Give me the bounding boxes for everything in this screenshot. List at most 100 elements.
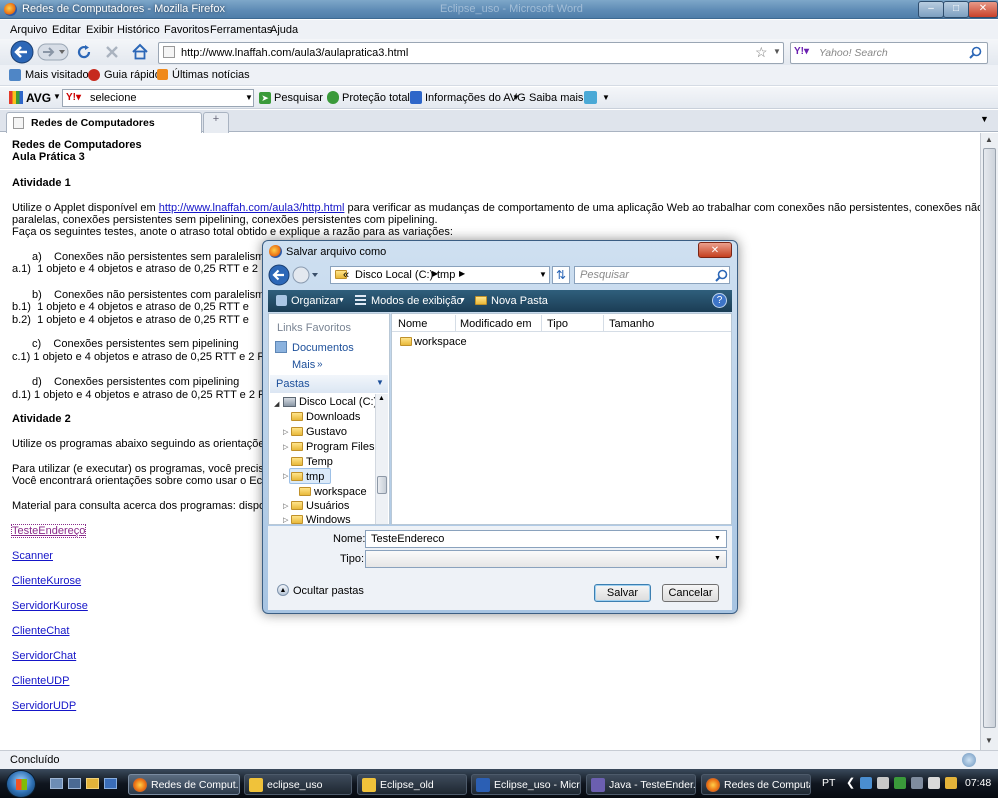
link-servidor-kurose[interactable]: ServidorKurose [12,600,88,612]
avg-pesquisar-button[interactable]: Pesquisar [274,92,323,104]
filename-value[interactable]: TesteEndereco [371,533,444,545]
taskbar-firefox[interactable]: Redes de Comput... [128,774,240,795]
start-button[interactable] [6,770,36,798]
column-nome[interactable]: Nome [398,318,427,330]
address-dropdown-icon[interactable]: ▼ [539,270,547,279]
close-button[interactable]: ✕ [968,1,998,18]
tree-downloads[interactable]: Downloads [306,411,360,423]
tray-icon-1[interactable] [860,777,872,789]
link-cliente-kurose[interactable]: ClienteKurose [12,575,81,587]
scroll-thumb[interactable] [983,148,996,728]
link-scanner[interactable]: Scanner [12,550,53,562]
avg-informacoes-button[interactable]: Informações do AVG [425,92,526,104]
filename-input[interactable]: TesteEndereco ▼ [365,530,727,548]
tray-expand-icon[interactable]: ❮ [846,776,855,789]
filename-dropdown-icon[interactable]: ▼ [714,535,721,542]
show-desktop-icon[interactable] [50,778,63,789]
tree-tmp[interactable]: tmp [306,471,324,483]
dialog-refresh-icon[interactable]: ⇅ [552,266,570,284]
tree-usuarios[interactable]: Usuários [306,500,349,512]
avg-saiba-mais-button[interactable]: Saiba mais [529,92,583,104]
breadcrumb-sep-icon[interactable]: ▶ [459,269,465,278]
views-dropdown-icon[interactable]: ▼ [459,297,466,304]
dialog-forward-icon[interactable] [292,266,320,284]
tree-windows[interactable]: Windows [306,514,351,526]
bookmark-mais-visitados[interactable]: Mais visitados [25,69,94,81]
menu-favoritos[interactable]: Favoritos [164,24,209,36]
taskbar-word[interactable]: Eclipse_uso - Micr... [471,774,581,795]
menu-editar[interactable]: Editar [52,24,81,36]
forward-arrow-icon[interactable] [37,43,69,61]
taskbar-eclipse-uso[interactable]: eclipse_uso [244,774,352,795]
tree-collapsed-icon[interactable]: ▷ [283,472,288,480]
type-dropdown-icon[interactable]: ▼ [714,555,721,562]
views-button[interactable]: Modos de exibição [371,295,463,307]
tree-scroll-up-icon[interactable]: ▲ [378,395,385,402]
help-icon[interactable]: ? [712,293,727,308]
tree-collapsed-icon[interactable]: ▷ [283,443,288,451]
avg-select-chevron-icon[interactable]: ▼ [245,93,253,102]
column-tipo[interactable]: Tipo [547,318,568,330]
maximize-button[interactable]: □ [943,1,969,18]
menu-exibir[interactable]: Exibir [86,24,114,36]
file-workspace[interactable]: workspace [414,336,467,348]
link-servidor-udp[interactable]: ServidorUDP [12,700,76,712]
status-avg-icon[interactable] [962,753,976,767]
avg-protecao-button[interactable]: Proteção total [342,92,410,104]
tree-program-files[interactable]: Program Files [306,441,374,453]
cancel-button[interactable]: Cancelar [662,584,719,602]
reload-icon[interactable] [76,44,92,60]
stop-icon[interactable] [104,44,120,60]
breadcrumb-disco-local[interactable]: Disco Local (C:) [355,269,433,281]
search-placeholder[interactable]: Yahoo! Search [819,47,888,59]
bookmark-ultimas-noticias[interactable]: Últimas notícias [172,69,250,81]
url-text[interactable]: http://www.lnaffah.com/aula3/aulapratica… [181,47,408,59]
tree-gustavo[interactable]: Gustavo [306,426,347,438]
link-teste-endereco[interactable]: TesteEndereço [10,524,87,538]
type-select[interactable]: ▼ [365,550,727,568]
tree-temp[interactable]: Temp [306,456,333,468]
hide-folders-button[interactable]: Ocultar pastas [293,585,364,597]
back-arrow-icon[interactable] [9,40,35,64]
tray-icon-3[interactable] [894,777,906,789]
organize-dropdown-icon[interactable]: ▼ [338,297,345,304]
scroll-down-icon[interactable]: ▼ [985,736,993,745]
folders-header[interactable]: Pastas [276,378,310,390]
home-icon[interactable] [131,43,149,61]
link-servidor-chat[interactable]: ServidorChat [12,650,76,662]
bookmark-star-icon[interactable]: ☆ [755,44,768,61]
dialog-back-icon[interactable] [268,264,290,286]
tree-scrollbar[interactable]: ▲ [375,394,388,524]
column-tamanho[interactable]: Tamanho [609,318,654,330]
avg-search-engine-icon[interactable]: Y!▾ [66,92,81,103]
avg-extra-icon[interactable] [584,91,597,104]
avg-search-select[interactable]: Y!▾ selecione ▼ [62,89,254,107]
dialog-address-bar[interactable]: « Disco Local (C:) ▶ tmp ▶ ▼ [330,266,550,284]
column-modificado[interactable]: Modificado em [460,318,532,330]
menu-ferramentas[interactable]: Ferramentas [210,24,272,36]
url-dropdown-icon[interactable]: ▼ [773,47,781,56]
network-icon[interactable] [911,777,923,789]
menu-arquivo[interactable]: Arquivo [10,24,47,36]
avg-logo-text[interactable]: AVG [26,91,51,105]
menu-historico[interactable]: Histórico [117,24,160,36]
yahoo-icon[interactable]: Y!▾ [794,46,809,57]
avg-info-dropdown-icon[interactable]: ▼ [512,93,520,102]
link-cliente-udp[interactable]: ClienteUDP [12,675,69,687]
tray-icon-2[interactable] [877,777,889,789]
tree-disco-local[interactable]: Disco Local (C:) [299,396,377,408]
breadcrumb-overflow[interactable]: « [343,269,349,281]
tree-workspace[interactable]: workspace [314,486,367,498]
dialog-close-button[interactable]: ✕ [698,242,732,258]
tree-collapsed-icon[interactable]: ▷ [283,428,288,436]
folders-collapse-icon[interactable]: ▼ [376,378,384,387]
folders-header-bar[interactable]: Pastas ▼ [270,375,388,393]
explorer-quicklaunch-icon[interactable] [86,778,99,789]
link-cliente-chat[interactable]: ClienteChat [12,625,69,637]
url-bar[interactable]: http://www.lnaffah.com/aula3/aulapratica… [158,42,784,64]
scroll-up-icon[interactable]: ▲ [985,135,993,144]
tree-collapsed-icon[interactable]: ▷ [283,502,288,510]
tab-redes-de-computadores[interactable]: Redes de Computadores [6,112,202,133]
avg-extra-dropdown-icon[interactable]: ▼ [602,93,610,102]
breadcrumb-tmp[interactable]: tmp [437,269,455,281]
